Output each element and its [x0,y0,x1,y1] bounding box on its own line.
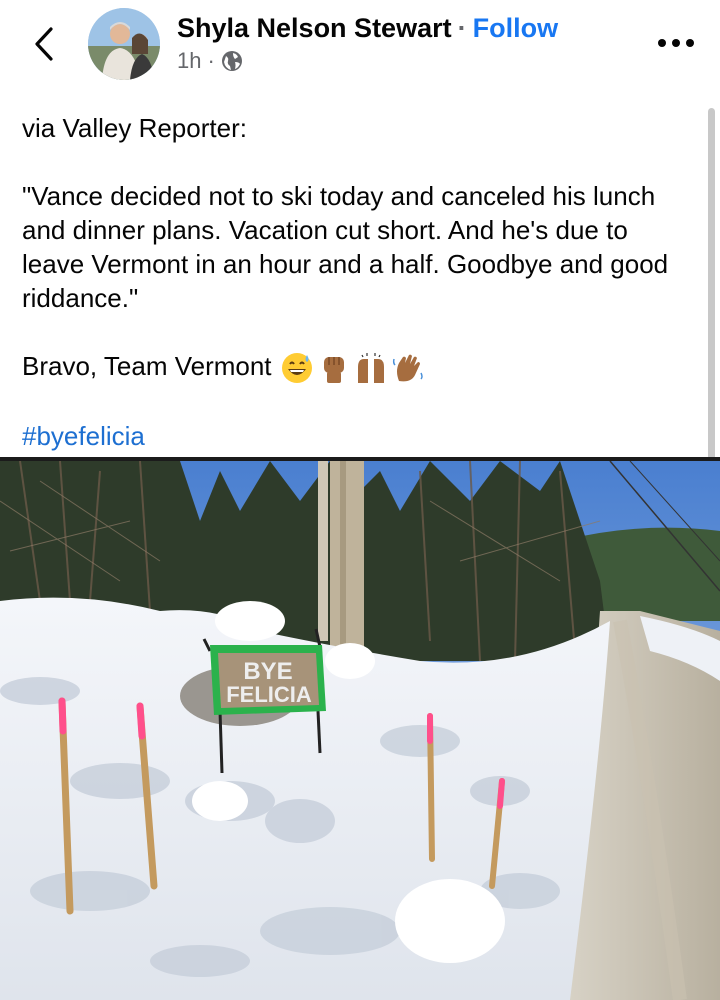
quote-text: "Vance decided not to ski today and canc… [22,181,669,313]
bravo-text: Bravo, Team Vermont [22,351,272,381]
back-button[interactable] [26,22,62,66]
meta-separator: · [207,48,215,73]
raised-fist-emoji [323,357,344,384]
grinning-sweat-emoji [281,353,312,384]
author-name[interactable]: Shyla Nelson Stewart [177,13,452,43]
more-options-button[interactable] [652,28,700,58]
hashtag-link[interactable]: #byefelicia [22,421,145,451]
post-photo[interactable]: BYE FELICIA [0,457,720,1000]
sign-line-1: BYE [243,658,292,685]
post-body: via Valley Reporter: "Vance decided not … [22,111,692,453]
post-header: Shyla Nelson Stewart · Follow 1h · [0,0,720,95]
globe-icon [221,51,242,71]
post-meta: 1h · [177,48,243,74]
bravo-line: Bravo, Team Vermont [22,349,692,385]
follow-button[interactable]: Follow [473,13,558,43]
waving-hand-emoji [392,354,423,382]
timestamp[interactable]: 1h [177,48,201,74]
avatar[interactable] [88,8,160,80]
chevron-left-icon [35,27,53,61]
raising-hands-emoji [357,353,384,384]
sign-line-2: FELICIA [226,682,312,707]
source-line: via Valley Reporter: [22,113,247,143]
emoji-group [280,351,425,385]
separator: · [457,13,467,43]
more-horizontal-icon [658,39,694,47]
author-line: Shyla Nelson Stewart · Follow [177,11,558,45]
scrollbar[interactable] [708,108,715,500]
